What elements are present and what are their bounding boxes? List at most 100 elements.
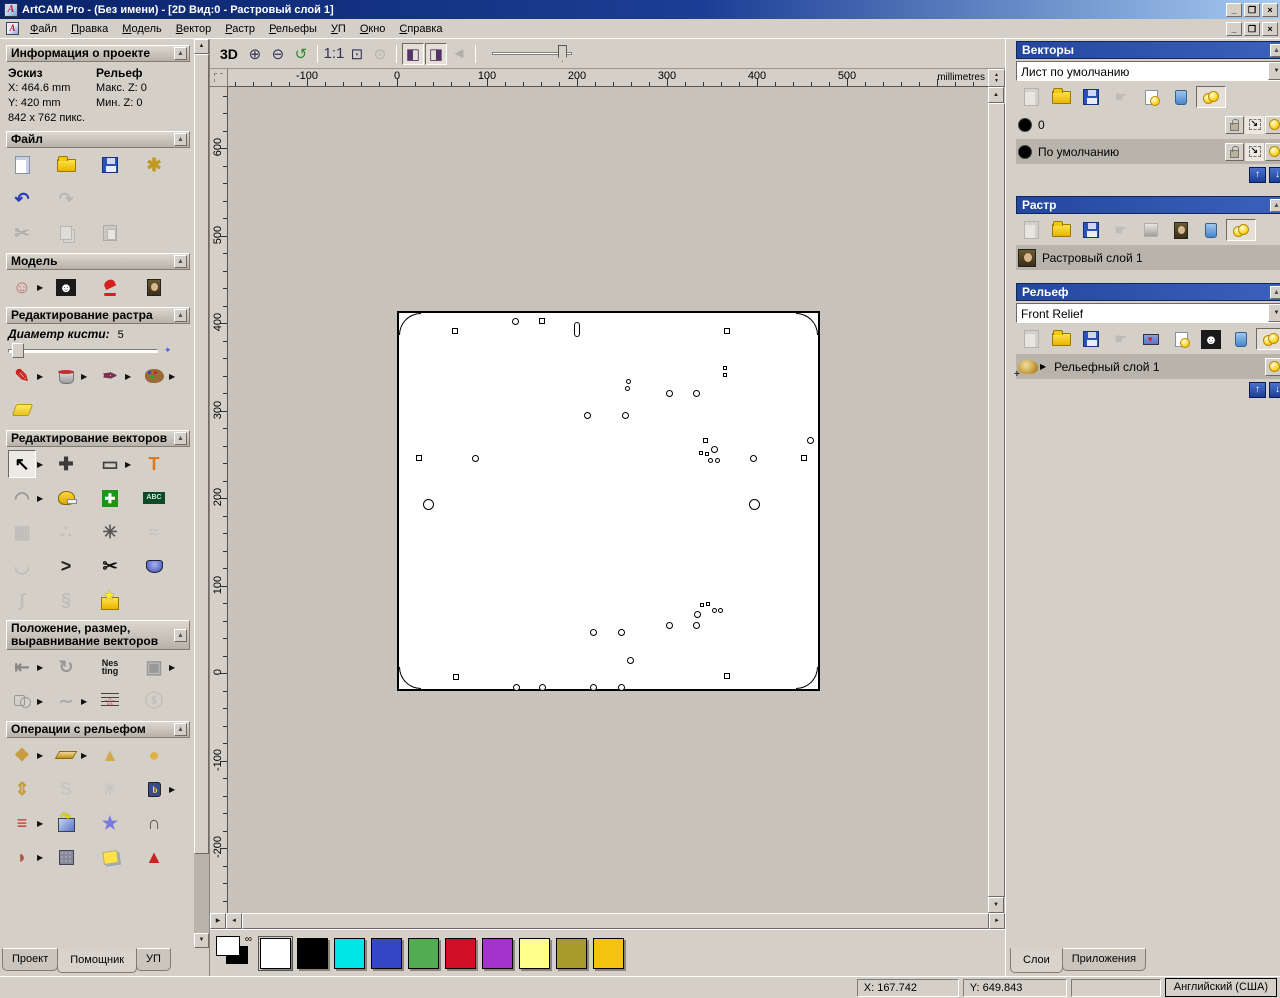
greyscale-teddy-icon[interactable]: ☺: [8, 273, 36, 301]
scroll-right-icon[interactable]: ►: [989, 913, 1005, 929]
scroll-up-icon[interactable]: ▲: [194, 39, 209, 54]
relief-selector[interactable]: Front Relief ▼: [1016, 303, 1280, 323]
section-header-project-info[interactable]: Информация о проекте ▲: [6, 45, 190, 62]
palette-swatch[interactable]: [482, 938, 513, 969]
clipart-book-icon[interactable]: [140, 775, 168, 803]
collapse-icon[interactable]: ▲: [174, 432, 187, 445]
polyline-tool-icon[interactable]: ✳: [96, 518, 124, 546]
vertical-scrollbar[interactable]: ▲ ▼: [988, 87, 1005, 913]
splitter-button[interactable]: ▶: [210, 913, 226, 929]
layer-up-button[interactable]: ↑: [1249, 382, 1266, 398]
scrollbar-thumb[interactable]: [988, 103, 1005, 897]
merge-relief-layers-icon[interactable]: ☛: [1106, 328, 1136, 350]
save-model-icon[interactable]: [96, 151, 124, 179]
page-prev-toggle-icon[interactable]: ◧: [402, 43, 424, 65]
palette-swatch[interactable]: [556, 938, 587, 969]
snap-icon[interactable]: [1245, 143, 1264, 161]
raster-panel-header[interactable]: Растр ▲: [1016, 196, 1280, 214]
mirror-profile-icon[interactable]: §: [52, 586, 80, 614]
arc-fit-icon[interactable]: ◡: [8, 552, 36, 580]
relief-pyramid-icon[interactable]: ▲: [96, 741, 124, 769]
primary-secondary-colours[interactable]: ∞: [214, 934, 254, 972]
model-transfer-icon[interactable]: ✱: [140, 151, 168, 179]
redo-icon[interactable]: ↷: [52, 185, 80, 213]
new-raster-icon[interactable]: [1016, 219, 1046, 241]
delete-raster-layer-icon[interactable]: [1196, 219, 1226, 241]
left-panel-scrollbar[interactable]: ▲ ▼: [194, 39, 209, 948]
flyout-arrow-icon[interactable]: ▶: [169, 785, 175, 794]
eraser-icon[interactable]: [8, 396, 36, 424]
align-vectors-icon[interactable]: ⇤: [8, 653, 36, 681]
chevron-down-icon[interactable]: ▼: [1268, 62, 1280, 80]
gradient-layer-icon[interactable]: [1136, 219, 1166, 241]
menu-растр[interactable]: Растр: [218, 20, 262, 38]
load-raster-icon[interactable]: [1046, 219, 1076, 241]
switch-3d-button[interactable]: 3D: [216, 45, 242, 63]
flyout-arrow-icon[interactable]: ▶: [81, 697, 87, 706]
new-model-icon[interactable]: [8, 151, 36, 179]
page-next-toggle-icon[interactable]: ◨: [425, 43, 447, 65]
sheet-selector[interactable]: Лист по умолчанию ▼: [1016, 61, 1280, 81]
preview-teddy-icon[interactable]: ☻: [52, 273, 80, 301]
section-header[interactable]: Редактирование растра▲: [6, 307, 190, 324]
paint-icon[interactable]: ✎: [8, 362, 36, 390]
toggle-all-vector-layers-icon[interactable]: [1196, 86, 1226, 108]
zoom-previous-icon[interactable]: ↺: [290, 43, 312, 65]
visibility-bulb-icon[interactable]: [1265, 358, 1280, 376]
collapse-icon[interactable]: ▲: [174, 629, 187, 642]
fit-curve-icon[interactable]: ∫: [8, 586, 36, 614]
visibility-bulb-icon[interactable]: [1265, 143, 1280, 161]
drawing-canvas[interactable]: [228, 87, 988, 913]
vectors-panel-header[interactable]: Векторы ▲: [1016, 41, 1280, 59]
zoom-out-icon[interactable]: ⊖: [267, 43, 289, 65]
flyout-arrow-icon[interactable]: ▶: [37, 697, 43, 706]
merge-vector-layers-icon[interactable]: ☛: [1106, 86, 1136, 108]
texture-image-icon[interactable]: [140, 273, 168, 301]
relief-bar-icon[interactable]: [52, 741, 80, 769]
scroll-down-icon[interactable]: ▼: [194, 933, 209, 948]
minimize-button[interactable]: _: [1226, 3, 1242, 17]
collapse-icon[interactable]: ▲: [174, 133, 187, 146]
model-sheet[interactable]: [397, 311, 820, 691]
relief-teddy-icon[interactable]: ☻: [1196, 328, 1226, 350]
section-header[interactable]: Операции с рельефом▲: [6, 721, 190, 738]
node-editing-icon[interactable]: ✚: [96, 484, 124, 512]
lock-icon[interactable]: [1225, 116, 1244, 134]
group-vectors-icon[interactable]: ▣: [140, 653, 168, 681]
tab-assistant[interactable]: Помощник: [57, 948, 137, 973]
layer-down-button[interactable]: ↓: [1269, 382, 1280, 398]
scrollbar-thumb[interactable]: [242, 913, 989, 929]
mdi-minimize-button[interactable]: _: [1226, 22, 1242, 36]
close-button[interactable]: ×: [1262, 3, 1278, 17]
relief-texture-icon[interactable]: [52, 843, 80, 871]
distort-star-icon[interactable]: [96, 687, 124, 715]
freehand-icon[interactable]: ≈: [140, 518, 168, 546]
open-model-icon[interactable]: [52, 151, 80, 179]
vector-layer-row[interactable]: 0: [1016, 112, 1280, 137]
keyboard-language-indicator[interactable]: Английский (США): [1165, 978, 1277, 997]
zoom-object-icon[interactable]: ⊙: [369, 43, 391, 65]
brush-slider-track[interactable]: [8, 349, 158, 353]
zoom-in-icon[interactable]: ⊕: [244, 43, 266, 65]
relief-panel-header[interactable]: Рельеф ▲: [1016, 283, 1280, 301]
chevron-down-icon[interactable]: ▼: [1268, 304, 1280, 322]
brush-slider[interactable]: ✦: [8, 343, 190, 358]
menu-справка[interactable]: Справка: [392, 20, 449, 38]
load-vectors-icon[interactable]: [1046, 86, 1076, 108]
flyout-arrow-icon[interactable]: ▶: [37, 819, 43, 828]
save-relief-icon[interactable]: [1076, 328, 1106, 350]
restore-button[interactable]: ❒: [1244, 3, 1260, 17]
collapse-icon[interactable]: ▲: [174, 309, 187, 322]
collapse-icon[interactable]: ▲: [1270, 286, 1280, 299]
menu-уп[interactable]: УП: [324, 20, 353, 38]
layer-colour-swatch[interactable]: [1018, 145, 1032, 159]
colour-picker-icon[interactable]: ✒: [96, 362, 124, 390]
smooth-vectors-icon[interactable]: ∼: [52, 687, 80, 715]
mdi-restore-button[interactable]: ❒: [1244, 22, 1260, 36]
horizontal-scrollbar[interactable]: ▶ ◄ ►: [210, 913, 1005, 929]
palette-swatch[interactable]: [260, 938, 291, 969]
paste-along-icon[interactable]: ∴: [52, 518, 80, 546]
section-header[interactable]: Редактирование векторов▲: [6, 430, 190, 447]
menu-вектор[interactable]: Вектор: [169, 20, 219, 38]
knife-icon[interactable]: ✂: [96, 552, 124, 580]
